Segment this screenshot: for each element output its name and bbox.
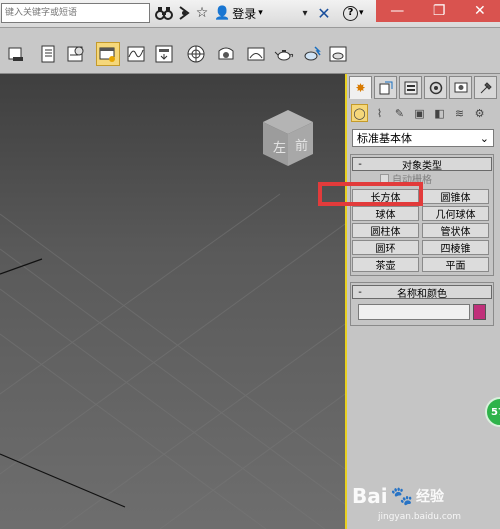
help-button[interactable]: ? ▾ bbox=[343, 4, 371, 22]
binoculars-icon[interactable] bbox=[154, 4, 174, 22]
chevron-down-icon: ⌄ bbox=[479, 131, 489, 145]
paw-icon: 🐾 bbox=[390, 485, 414, 507]
command-panel-tabs: ✸ bbox=[349, 76, 498, 100]
favorites-star-icon[interactable]: ☆ bbox=[194, 4, 210, 22]
watermark-brand: 经验 bbox=[416, 489, 445, 505]
layer-manager-icon[interactable] bbox=[96, 42, 120, 66]
quick-render-icon[interactable] bbox=[300, 42, 324, 66]
cone-button[interactable]: 圆锥体 bbox=[422, 189, 489, 204]
curve-editor-icon[interactable] bbox=[124, 42, 148, 66]
utilities-tab-icon[interactable] bbox=[474, 76, 497, 99]
pyramid-button[interactable]: 四棱锥 bbox=[422, 240, 489, 255]
category-selected: 标准基本体 bbox=[357, 132, 412, 145]
render-setup-icon[interactable] bbox=[214, 42, 238, 66]
object-color-swatch[interactable] bbox=[473, 304, 486, 320]
collapse-icon: - bbox=[358, 286, 362, 298]
motion-tab-icon[interactable] bbox=[424, 76, 447, 99]
main-toolbar bbox=[0, 28, 500, 74]
object-type-title: 对象类型 bbox=[402, 160, 442, 172]
watermark-url: jingyan.baidu.com bbox=[378, 512, 462, 522]
create-tab-icon[interactable]: ✸ bbox=[349, 76, 372, 99]
exchange-x-icon[interactable]: ✕ bbox=[316, 4, 332, 23]
name-color-rollout-header[interactable]: - 名称和颜色 bbox=[352, 285, 492, 300]
close-icon[interactable]: ✕ bbox=[474, 3, 486, 19]
category-dropdown[interactable]: 标准基本体 ⌄ bbox=[352, 129, 494, 147]
chevron-down-icon[interactable]: ▾ bbox=[300, 4, 310, 22]
cameras-icon[interactable]: ▣ bbox=[411, 104, 428, 122]
window-controls: — ❐ ✕ bbox=[376, 0, 500, 22]
render-production-icon[interactable] bbox=[326, 42, 350, 66]
chevron-down-icon: ▾ bbox=[359, 8, 364, 18]
restore-icon[interactable]: ❐ bbox=[433, 3, 446, 19]
space-warps-icon[interactable]: ≋ bbox=[451, 104, 468, 122]
modify-tab-icon[interactable] bbox=[374, 76, 397, 99]
collapse-icon: - bbox=[358, 158, 362, 170]
render-teapot-icon[interactable] bbox=[272, 42, 296, 66]
chevron-down-icon: ▾ bbox=[258, 8, 263, 18]
layer-tool-icon[interactable] bbox=[4, 42, 28, 66]
login-button[interactable]: 👤 登录 ▾ bbox=[214, 4, 263, 22]
list-tool-icon[interactable] bbox=[36, 42, 60, 66]
status-badge-label: 57 bbox=[491, 406, 500, 418]
hierarchy-tab-icon[interactable] bbox=[399, 76, 422, 99]
material-editor-icon[interactable] bbox=[184, 42, 208, 66]
teapot-button[interactable]: 茶壶 bbox=[352, 257, 419, 272]
help-icon: ? bbox=[343, 5, 358, 21]
schematic-view-icon[interactable] bbox=[152, 42, 176, 66]
sphere-button[interactable]: 球体 bbox=[352, 206, 419, 221]
baidu-watermark: Bai 🐾 经验 jingyan.baidu.com bbox=[352, 482, 498, 526]
name-color-title: 名称和颜色 bbox=[397, 288, 447, 300]
create-subcategory-tabs: ◯ ⌇ ✎ ▣ ◧ ≋ ⚙ bbox=[351, 104, 497, 124]
geometry-icon[interactable]: ◯ bbox=[351, 104, 368, 122]
communication-center-icon[interactable] bbox=[176, 4, 192, 22]
search-input[interactable] bbox=[1, 3, 150, 23]
user-icon: 👤 bbox=[214, 5, 231, 21]
plane-button[interactable]: 平面 bbox=[422, 257, 489, 272]
scene-explorer-icon[interactable] bbox=[64, 42, 88, 66]
systems-icon[interactable]: ⚙ bbox=[471, 104, 488, 122]
lights-icon[interactable]: ✎ bbox=[391, 104, 408, 122]
torus-button[interactable]: 圆环 bbox=[352, 240, 419, 255]
command-panel: ✸ ◯ ⌇ ✎ ▣ ◧ ≋ ⚙ 标准基本体 ⌄ - 对象类型 自动栅格 长方体 … bbox=[347, 74, 500, 529]
minimize-icon[interactable]: — bbox=[390, 3, 404, 19]
viewcube-front-face: 前 bbox=[295, 138, 308, 154]
cylinder-button[interactable]: 圆柱体 bbox=[352, 223, 419, 238]
perspective-viewport[interactable]: 左 前 bbox=[0, 74, 345, 529]
object-type-rollout-header[interactable]: - 对象类型 bbox=[352, 157, 492, 172]
object-name-input[interactable] bbox=[358, 304, 470, 320]
baidu-logo: Bai 🐾 经验 bbox=[352, 484, 445, 508]
rendered-frame-icon[interactable] bbox=[244, 42, 268, 66]
login-label: 登录 bbox=[232, 6, 257, 21]
geosphere-button[interactable]: 几何球体 bbox=[422, 206, 489, 221]
title-bar: ☆ 👤 登录 ▾ ▾ ✕ ? ▾ — ❐ ✕ bbox=[0, 0, 500, 28]
box-button-highlight bbox=[318, 182, 423, 206]
helpers-icon[interactable]: ◧ bbox=[431, 104, 448, 122]
viewcube-left-face: 左 bbox=[273, 141, 286, 156]
shapes-icon[interactable]: ⌇ bbox=[371, 104, 388, 122]
display-tab-icon[interactable] bbox=[449, 76, 472, 99]
viewcube[interactable]: 左 前 bbox=[255, 102, 321, 172]
tube-button[interactable]: 管状体 bbox=[422, 223, 489, 238]
